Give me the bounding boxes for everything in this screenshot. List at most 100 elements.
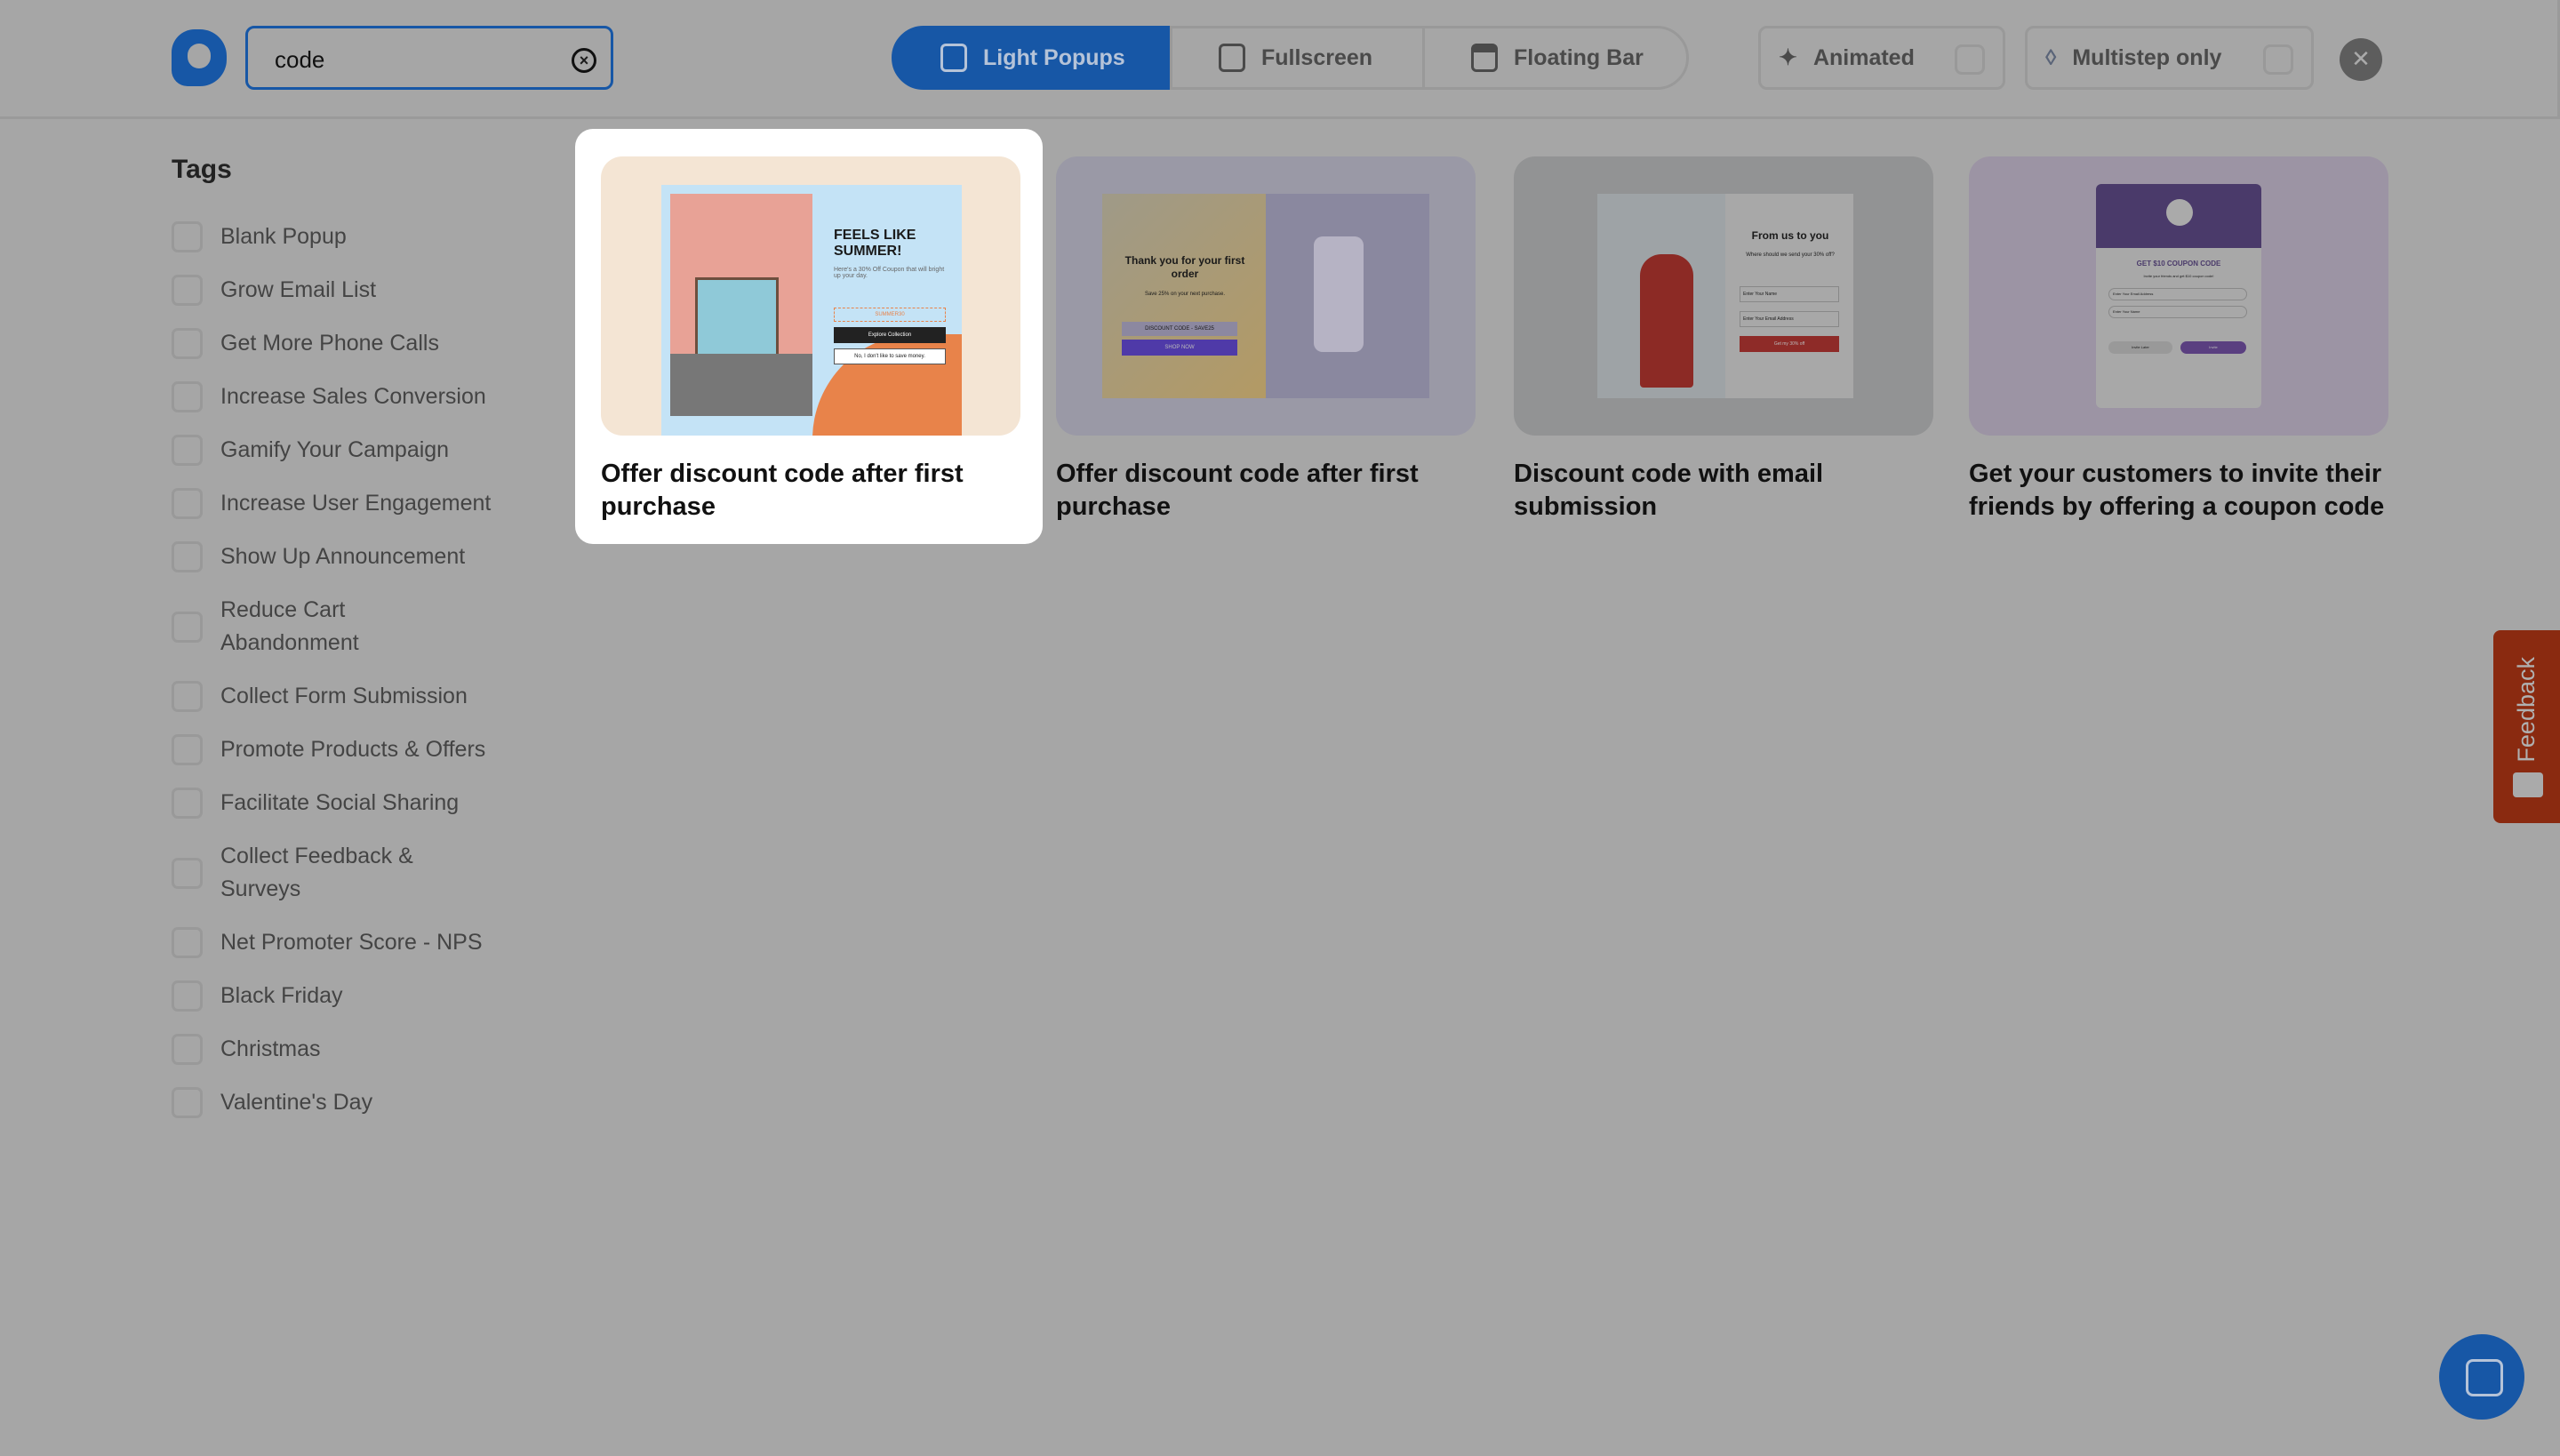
- tab-label: Light Popups: [983, 44, 1125, 70]
- tag-label: Promote Products & Offers: [220, 737, 486, 762]
- search-input[interactable]: [275, 44, 559, 75]
- tag-label: Collect Form Submission: [220, 684, 468, 708]
- thumb-heading: Thank you for your first order: [1124, 254, 1245, 280]
- thumb-text: Where should we send your 30% off?: [1746, 252, 1835, 258]
- tag-checkbox[interactable]: [172, 488, 203, 519]
- template-title: Offer discount code after first purchase: [1056, 460, 1419, 521]
- tag-filter-item[interactable]: Show Up Announcement: [172, 540, 514, 573]
- tag-filter-item[interactable]: Increase User Engagement: [172, 487, 514, 520]
- thumb-cta: Get my 30% off: [1740, 336, 1839, 352]
- animated-filter[interactable]: ✦ Animated: [1758, 26, 2005, 90]
- tab-label: Floating Bar: [1514, 44, 1644, 70]
- tag-label: Blank Popup: [220, 224, 347, 249]
- tab-light-popups[interactable]: Light Popups: [892, 26, 1172, 90]
- thumb-cta: Invite: [2180, 341, 2246, 354]
- thumb-cta: SHOP NOW: [1122, 340, 1237, 356]
- tag-filter-item[interactable]: Collect Feedback & Surveys: [172, 840, 452, 906]
- tab-fullscreen[interactable]: Fullscreen: [1170, 26, 1425, 90]
- thumb-text: Invite your friends and get $10 coupon c…: [2143, 274, 2214, 278]
- tag-filter-item[interactable]: Black Friday: [172, 980, 514, 1012]
- search-box[interactable]: ×: [245, 26, 613, 90]
- tag-checkbox[interactable]: [172, 788, 203, 819]
- template-card[interactable]: GET $10 COUPON CODE Invite your friends …: [1943, 129, 2411, 544]
- thumb-heading: From us to you: [1751, 229, 1829, 242]
- thumb-code: SUMMER30: [834, 308, 946, 322]
- tab-label: Fullscreen: [1261, 44, 1373, 70]
- template-thumbnail: Thank you for your first order Save 25% …: [1056, 156, 1476, 436]
- tag-filter-item[interactable]: Increase Sales Conversion: [172, 380, 514, 413]
- template-title: Discount code with email submission: [1514, 460, 1824, 521]
- tag-checkbox[interactable]: [172, 980, 203, 1012]
- tag-checkbox[interactable]: [172, 681, 203, 712]
- tag-filter-item[interactable]: Gamify Your Campaign: [172, 434, 514, 467]
- tag-label: Collect Feedback & Surveys: [220, 844, 413, 901]
- thumb-text: Save 25% on your next purchase.: [1144, 292, 1226, 297]
- tag-label: Get More Phone Calls: [220, 331, 439, 356]
- tag-filter-item[interactable]: Promote Products & Offers: [172, 733, 514, 766]
- tag-filter-item[interactable]: Reduce Cart Abandonment: [172, 594, 452, 660]
- template-thumbnail: FEELS LIKE SUMMER! Here's a 30% Off Coup…: [601, 156, 1020, 436]
- smiley-chat-icon: [2513, 772, 2543, 797]
- tag-filter-item[interactable]: Net Promoter Score - NPS: [172, 926, 514, 959]
- tag-label: Christmas: [220, 1036, 321, 1061]
- tag-checkbox[interactable]: [172, 927, 203, 958]
- tag-label: Increase User Engagement: [220, 491, 492, 516]
- light-popup-icon: [940, 44, 967, 72]
- clear-search-icon[interactable]: ×: [572, 48, 596, 73]
- thumb-heading: GET $10 COUPON CODE: [2136, 260, 2221, 268]
- tab-floating-bar[interactable]: Floating Bar: [1422, 26, 1689, 90]
- thumb-code: DISCOUNT CODE - SAVE25: [1122, 322, 1237, 336]
- top-bar: × Light Popups Fullscreen Floating Bar ✦…: [0, 0, 2560, 119]
- feedback-tab[interactable]: Feedback: [2493, 630, 2560, 823]
- filter-label: Animated: [1812, 44, 1915, 70]
- close-icon[interactable]: ✕: [2340, 38, 2382, 81]
- tag-filter-item[interactable]: Get More Phone Calls: [172, 327, 514, 360]
- template-card[interactable]: Thank you for your first order Save 25% …: [1030, 129, 1498, 544]
- thumb-field: Enter Your Email Address: [1740, 311, 1839, 327]
- template-card[interactable]: From us to you Where should we send your…: [1488, 129, 1956, 544]
- sparkle-icon: ✦: [1779, 45, 1797, 70]
- floating-bar-icon: [1471, 44, 1498, 72]
- thumb-decline: No, I don't like to save money.: [834, 348, 946, 364]
- animated-checkbox[interactable]: [1955, 44, 1985, 75]
- thumb-text: Here's a 30% Off Coupon that will bright…: [834, 267, 945, 279]
- multistep-filter[interactable]: ◊ Multistep only: [2025, 26, 2314, 90]
- tag-filter-item[interactable]: Grow Email List: [172, 274, 514, 307]
- multistep-icon: ◊: [2045, 44, 2057, 70]
- tag-checkbox[interactable]: [172, 328, 203, 359]
- tag-checkbox[interactable]: [172, 221, 203, 252]
- thumb-field: Enter Your Email Address: [2108, 288, 2247, 300]
- tag-filter-item[interactable]: Christmas: [172, 1033, 514, 1066]
- tag-label: Show Up Announcement: [220, 544, 466, 569]
- tag-checkbox[interactable]: [172, 611, 203, 643]
- tag-label: Grow Email List: [220, 277, 377, 302]
- tag-label: Valentine's Day: [220, 1090, 373, 1115]
- tag-checkbox[interactable]: [172, 381, 203, 412]
- tag-checkbox[interactable]: [172, 1087, 203, 1118]
- multistep-checkbox[interactable]: [2263, 44, 2293, 75]
- tag-checkbox[interactable]: [172, 1034, 203, 1065]
- tag-checkbox[interactable]: [172, 435, 203, 466]
- thumb-secondary: Invite Later: [2108, 341, 2172, 354]
- tag-filter-item[interactable]: Collect Form Submission: [172, 680, 514, 713]
- thumb-cta: Explore Collection: [834, 327, 946, 343]
- tag-checkbox[interactable]: [172, 541, 203, 572]
- fullscreen-icon: [1219, 44, 1245, 72]
- template-title: Get your customers to invite their frien…: [1969, 460, 2385, 521]
- tag-checkbox[interactable]: [172, 734, 203, 765]
- tag-label: Facilitate Social Sharing: [220, 790, 460, 815]
- chat-launcher-button[interactable]: [2439, 1334, 2524, 1420]
- tag-filter-item[interactable]: Facilitate Social Sharing: [172, 787, 514, 820]
- tag-filter-item[interactable]: Valentine's Day: [172, 1086, 514, 1119]
- template-thumbnail: GET $10 COUPON CODE Invite your friends …: [1969, 156, 2388, 436]
- template-card[interactable]: FEELS LIKE SUMMER! Here's a 30% Off Coup…: [575, 129, 1043, 544]
- app-logo: [172, 29, 227, 86]
- tag-label: Black Friday: [220, 983, 343, 1008]
- feedback-label: Feedback: [2513, 657, 2540, 763]
- tag-checkbox[interactable]: [172, 275, 203, 306]
- tag-checkbox[interactable]: [172, 857, 203, 889]
- thumb-heading: FEELS LIKE SUMMER!: [834, 228, 916, 259]
- filter-label: Multistep only: [2072, 44, 2222, 70]
- template-thumbnail: From us to you Where should we send your…: [1514, 156, 1933, 436]
- tag-filter-item[interactable]: Blank Popup: [172, 220, 514, 253]
